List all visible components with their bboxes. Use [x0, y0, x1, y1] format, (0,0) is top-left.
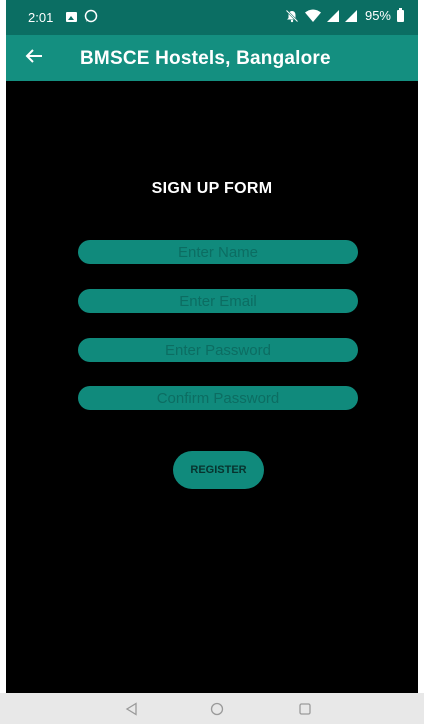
image-icon: [66, 12, 77, 22]
status-icons: 95%: [285, 7, 404, 23]
app-screen: 2:01 95% BMSCE Hostels, Bangalore: [6, 0, 418, 724]
confirm-password-input[interactable]: [78, 386, 358, 410]
battery-icon: [397, 7, 404, 22]
name-input[interactable]: [78, 240, 358, 264]
signal-icon: [344, 9, 357, 22]
nav-back-icon[interactable]: [124, 701, 140, 717]
form-title: SIGN UP FORM: [151, 180, 273, 197]
signal-icon: [326, 9, 339, 22]
nav-recent-icon[interactable]: [297, 701, 313, 717]
battery-percentage: 95%: [364, 8, 391, 23]
back-button[interactable]: [20, 44, 48, 72]
whatsapp-icon: [84, 9, 98, 23]
register-button[interactable]: REGISTER: [173, 451, 264, 489]
wifi-icon: [304, 9, 321, 22]
navigation-bar: [0, 693, 424, 724]
email-input[interactable]: [78, 289, 358, 313]
mute-icon: [285, 9, 299, 23]
arrow-left-icon: [25, 48, 43, 69]
password-input[interactable]: [78, 338, 358, 362]
status-bar: 2:01 95%: [6, 0, 418, 35]
app-bar: BMSCE Hostels, Bangalore: [6, 35, 418, 81]
nav-home-icon[interactable]: [209, 701, 225, 717]
app-title: BMSCE Hostels, Bangalore: [80, 48, 331, 69]
status-time: 2:01: [28, 10, 54, 25]
